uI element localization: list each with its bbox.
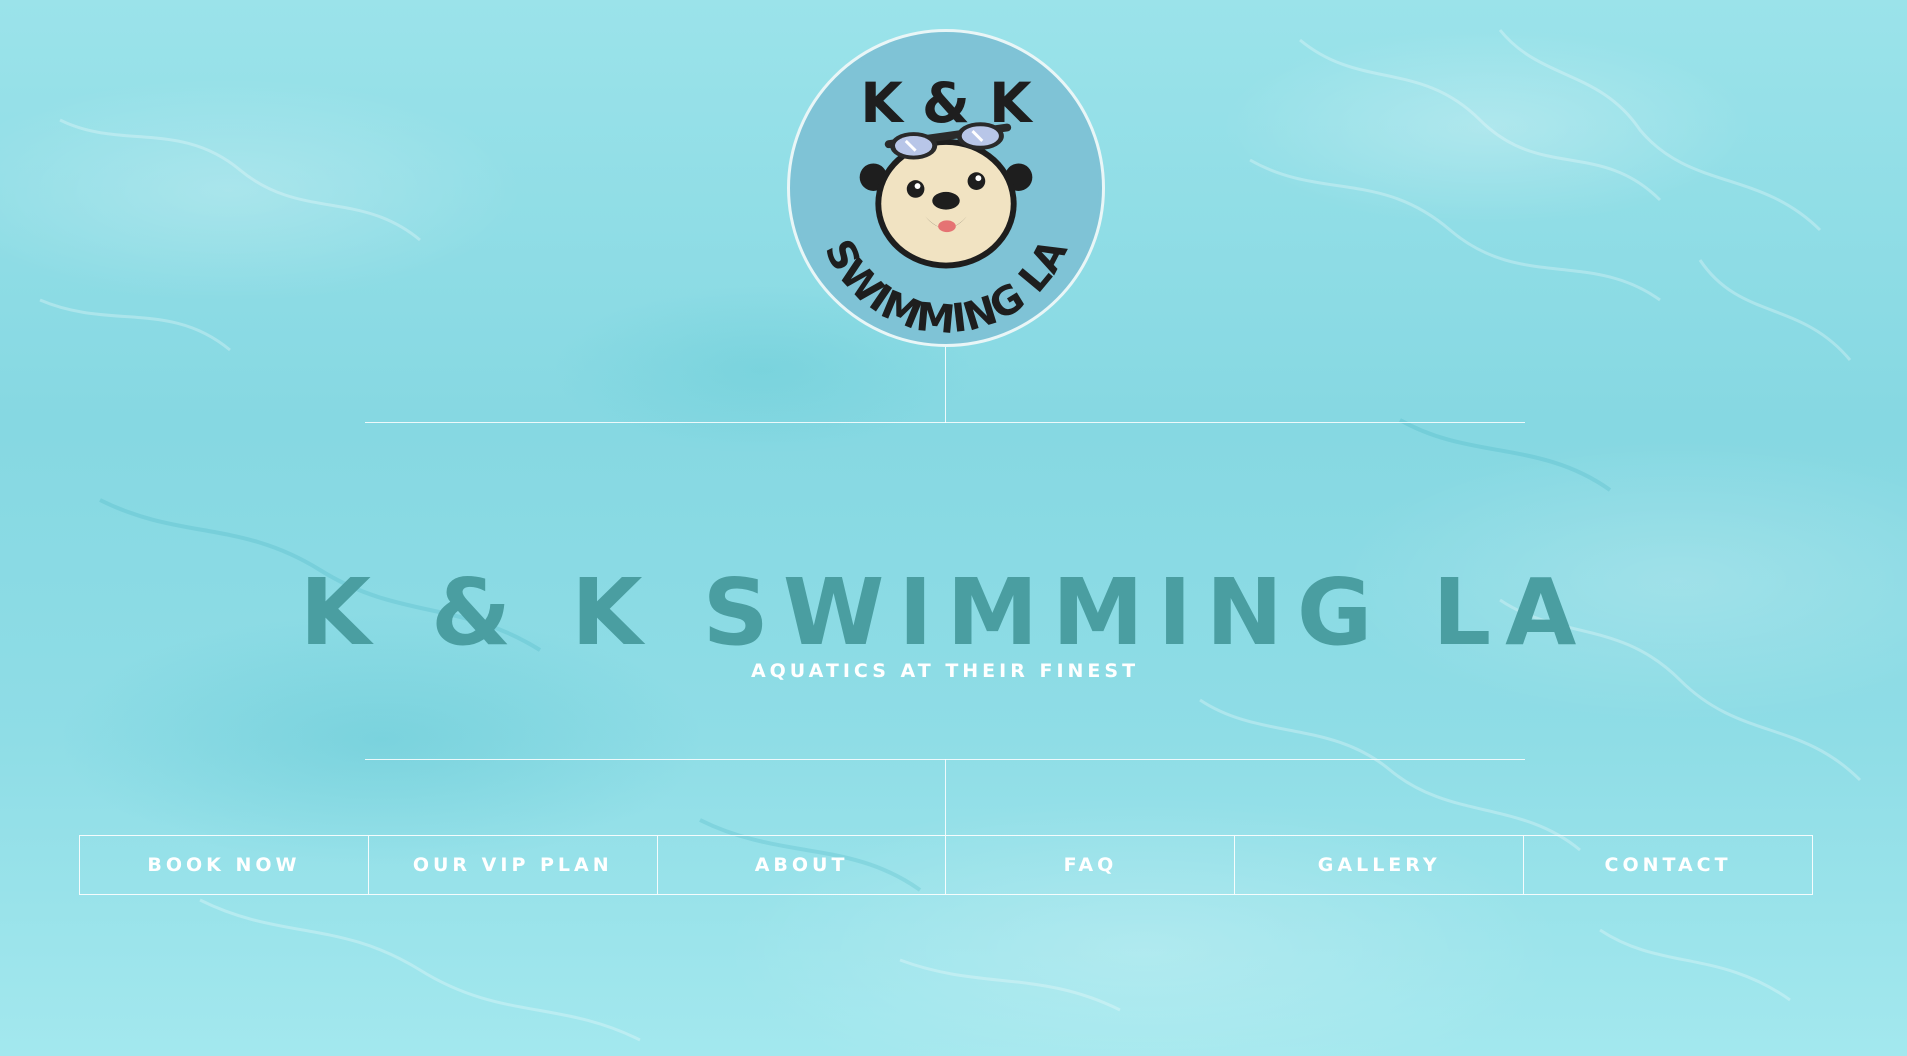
divider-vertical-bottom bbox=[945, 759, 946, 835]
main-nav: BOOK NOW OUR VIP PLAN ABOUT FAQ GALLERY … bbox=[79, 835, 1813, 895]
nav-gallery[interactable]: GALLERY bbox=[1235, 836, 1525, 894]
nav-book-now[interactable]: BOOK NOW bbox=[80, 836, 369, 894]
nav-faq[interactable]: FAQ bbox=[946, 836, 1236, 894]
nav-contact[interactable]: CONTACT bbox=[1524, 836, 1812, 894]
divider-horizontal-top bbox=[365, 422, 1525, 423]
swimming-otter-logo-icon: K & K SWIMMING LA bbox=[792, 34, 1100, 343]
site-title: K & K SWIMMING LA bbox=[299, 558, 1591, 666]
divider-vertical-top bbox=[945, 347, 946, 423]
nav-our-vip-plan[interactable]: OUR VIP PLAN bbox=[369, 836, 658, 894]
logo[interactable]: K & K SWIMMING LA bbox=[787, 29, 1105, 347]
site-subtitle: AQUATICS AT THEIR FINEST bbox=[750, 660, 1140, 682]
nav-about[interactable]: ABOUT bbox=[658, 836, 947, 894]
